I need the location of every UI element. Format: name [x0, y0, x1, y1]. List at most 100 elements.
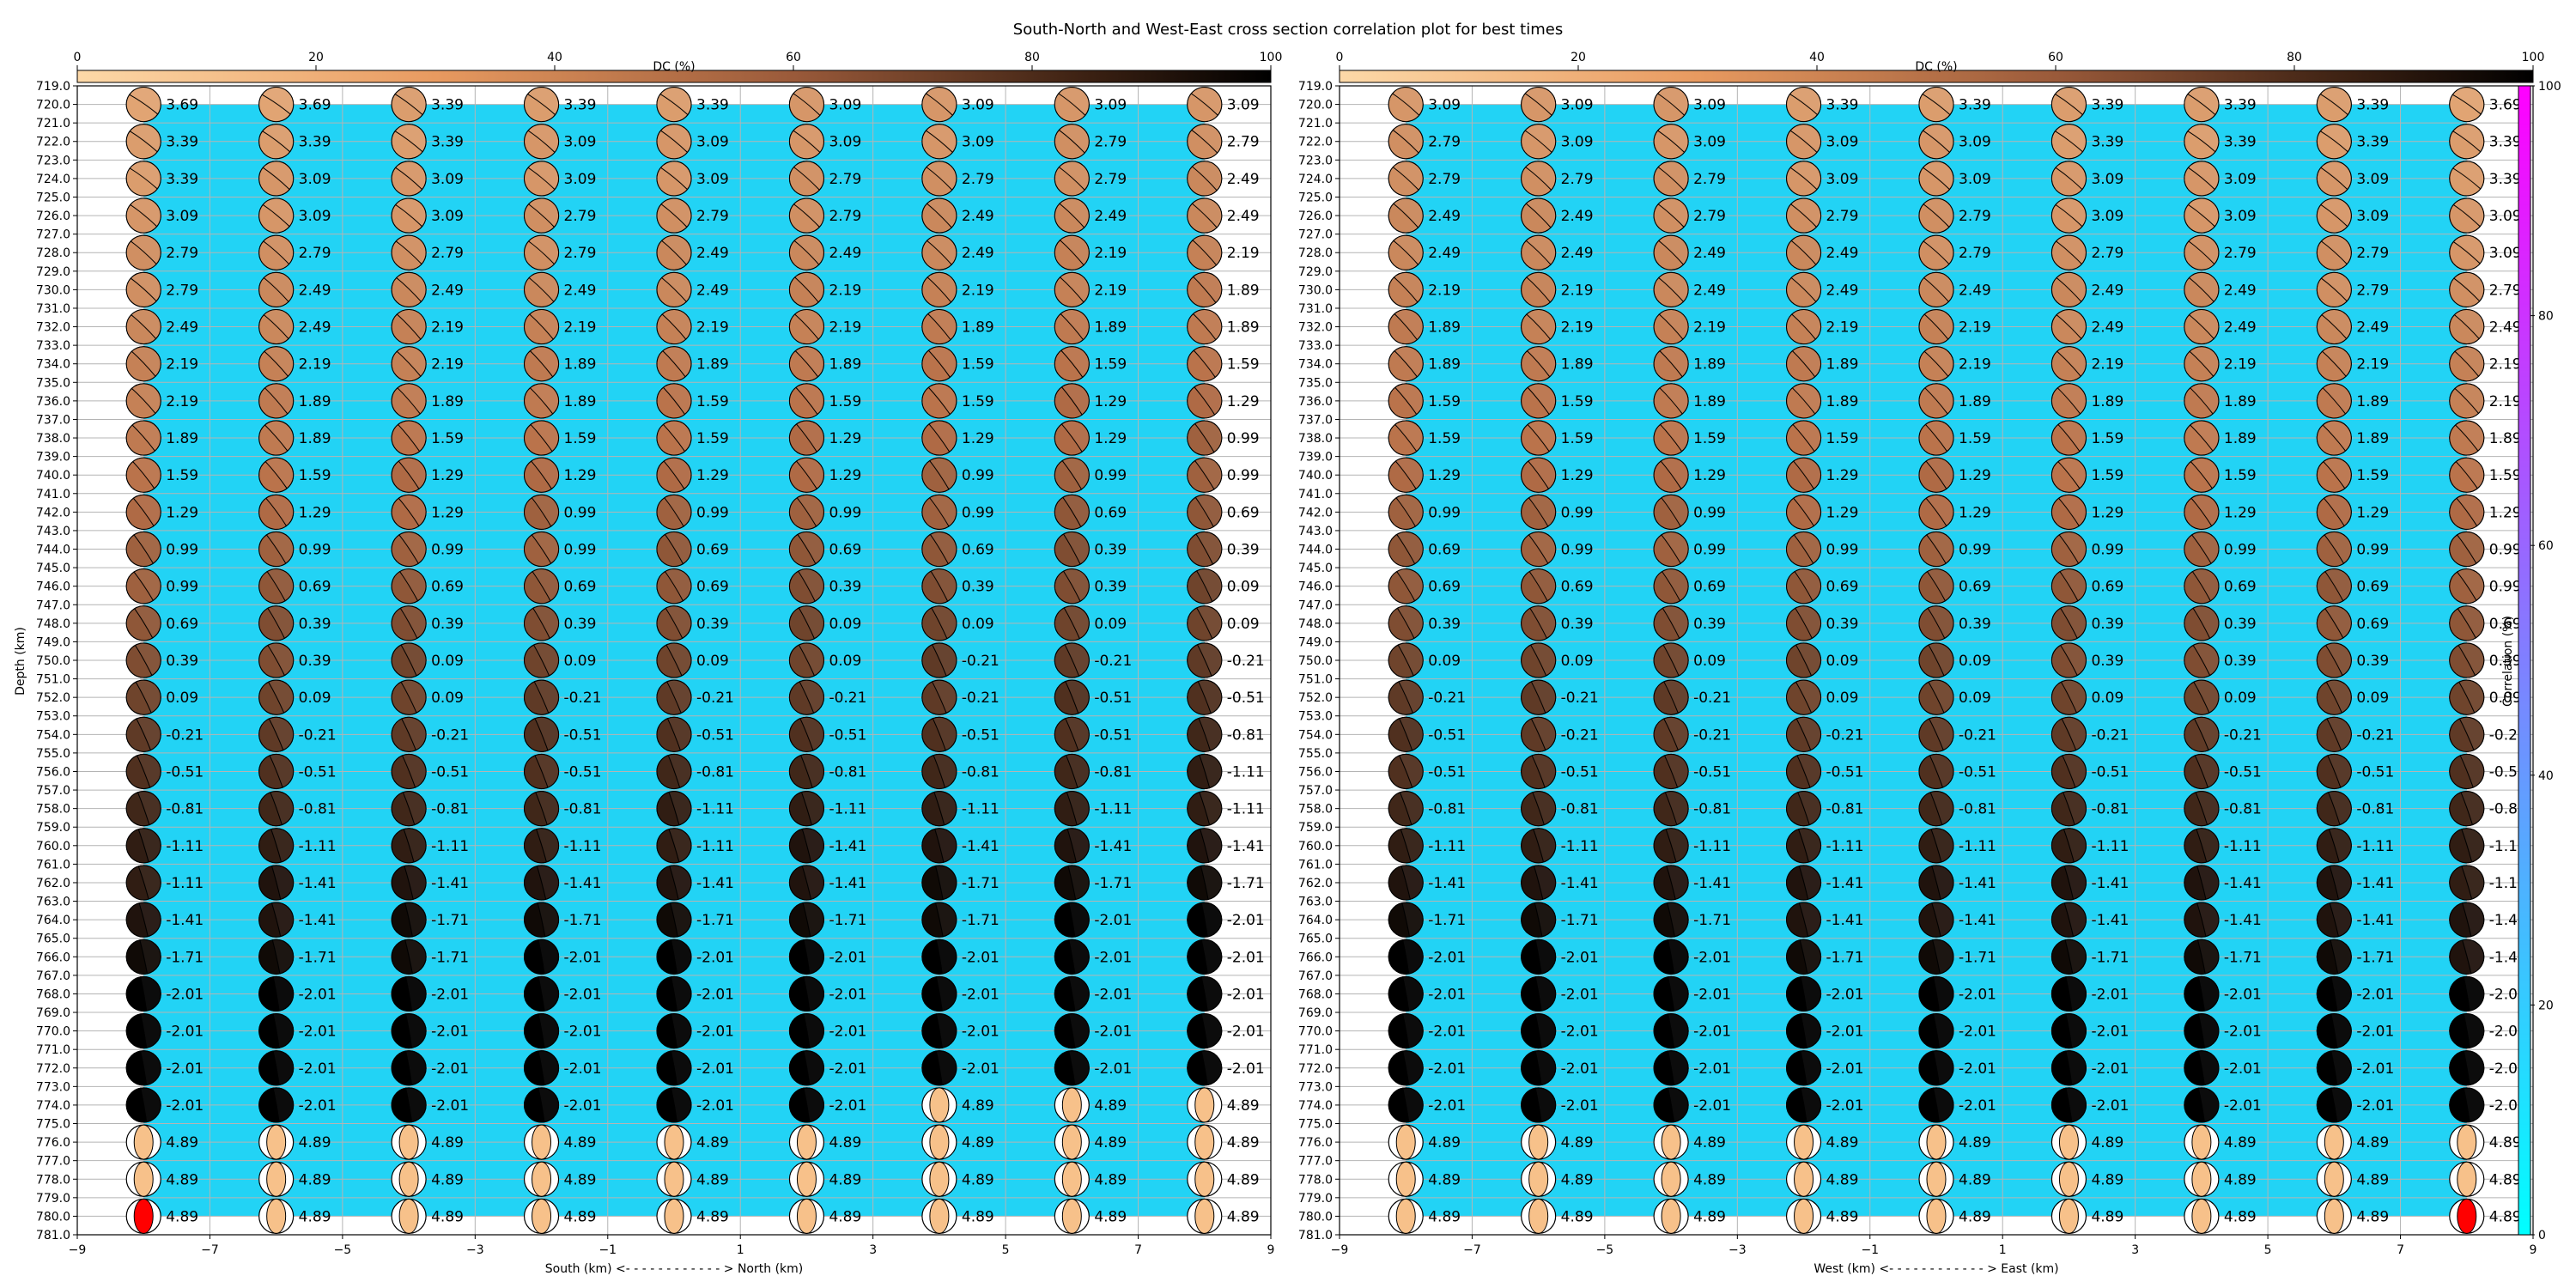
beachball-marker: [921, 531, 957, 568]
y-tick-label: 764.0: [1298, 914, 1333, 927]
beachball-marker: [2449, 86, 2485, 123]
beachball-lobe: [133, 1198, 154, 1234]
beachball-marker: [1187, 383, 1223, 419]
beachball-value-label: 4.89: [1693, 1134, 1726, 1151]
beachball-lobe: [2191, 1161, 2212, 1197]
beachball-value-label: 0.69: [962, 542, 994, 559]
beachball-value-label: 2.49: [696, 245, 729, 262]
beachball-value-label: 4.89: [2224, 1134, 2257, 1151]
beachball-value-label: 4.89: [1227, 1097, 1260, 1115]
beachball-value-label: 0.99: [1428, 504, 1461, 521]
beachball-value-label: 0.39: [1428, 616, 1461, 633]
y-tick-label: 776.0: [1298, 1136, 1333, 1150]
beachball-marker: [1054, 494, 1090, 530]
beachball-marker: [391, 605, 427, 641]
beachball-marker: [1187, 346, 1223, 382]
beachball-value-label: 3.09: [1693, 97, 1726, 114]
y-tick-label: 753.0: [1298, 710, 1333, 724]
beachball-value-label: 0.39: [166, 653, 198, 670]
beachball-marker: [2316, 939, 2352, 975]
beachball-value-label: -0.51: [2356, 763, 2394, 781]
beachball-value-label: 4.89: [1826, 1208, 1859, 1225]
beachball-value-label: 1.29: [1561, 467, 1594, 484]
beachball-value-label: -1.41: [1227, 838, 1265, 855]
beachball-marker: [921, 1050, 957, 1086]
beachball-value-label: 4.89: [1428, 1208, 1461, 1225]
correlation-colorbar-tick-label: 80: [2538, 310, 2554, 324]
beachball-value-label: 0.69: [1561, 579, 1594, 596]
beachball-value-label: -0.51: [1227, 690, 1265, 707]
beachball-value-label: 0.99: [1959, 542, 1991, 559]
beachball-marker: [2449, 642, 2485, 678]
beachball-value-label: -0.51: [1094, 726, 1132, 744]
beachball-value-label: 4.89: [166, 1171, 198, 1188]
x-tick-label: 9: [1267, 1243, 1275, 1257]
beachball-value-label: 2.49: [1227, 208, 1260, 225]
beachball-marker: [2050, 753, 2087, 790]
beachball-value-label: 4.89: [299, 1134, 331, 1151]
beachball-value-label: -1.41: [2091, 912, 2129, 929]
beachball-value-label: 0.99: [166, 542, 198, 559]
beachball-marker: [523, 902, 560, 938]
beachball-marker: [2449, 1161, 2485, 1197]
beachball-marker: [1653, 902, 1689, 938]
y-tick-label: 739.0: [1298, 451, 1333, 465]
beachball-marker: [1054, 642, 1090, 678]
y-tick-label: 767.0: [1298, 969, 1333, 983]
beachball-marker: [656, 753, 692, 790]
y-tick-label: 775.0: [1298, 1118, 1333, 1132]
beachball-value-label: 0.69: [1227, 504, 1260, 521]
beachball-marker: [125, 494, 161, 530]
beachball-marker: [258, 1161, 295, 1197]
beachball-value-label: 2.79: [564, 208, 597, 225]
x-tick-label: −9: [1331, 1243, 1349, 1257]
x-tick-label: 5: [2264, 1243, 2272, 1257]
beachball-marker: [1653, 161, 1689, 197]
correlation-colorbar-tick-label: 60: [2538, 539, 2554, 553]
beachball-value-label: 0.69: [2224, 579, 2257, 596]
beachball-value-label: -0.21: [1227, 653, 1265, 670]
y-tick-label: 763.0: [36, 896, 70, 909]
beachball-value-label: 0.09: [1826, 690, 1859, 707]
y-tick-label: 719.0: [1298, 80, 1333, 94]
x-axis: −9 −7 −5 −3 −1 1 3 5 7 9 South (km) <- - - - - - -…: [69, 1235, 1275, 1276]
beachball-marker: [523, 605, 560, 641]
beachball-value-label: 1.89: [1227, 319, 1260, 337]
beachball-value-label: 0.99: [962, 467, 994, 484]
y-tick-label: 756.0: [1298, 765, 1333, 779]
beachball-marker: [1918, 1013, 1954, 1049]
beachball-value-label: 3.39: [1959, 97, 1991, 114]
y-tick-label: 780.0: [36, 1210, 70, 1224]
beachball-marker: [1785, 939, 1822, 975]
beachball-marker: [788, 494, 825, 530]
beachball-value-label: 4.89: [696, 1134, 729, 1151]
y-tick-label: 770.0: [36, 1025, 70, 1039]
beachball-value-label: 0.69: [1959, 579, 1991, 596]
beachball-marker: [391, 1161, 427, 1197]
beachball-value-label: 4.89: [299, 1171, 331, 1188]
beachball-value-label: 1.29: [829, 467, 861, 484]
y-tick-label: 725.0: [36, 191, 70, 204]
beachball-value-label: 3.09: [564, 134, 597, 151]
beachball-value-label: 1.59: [696, 393, 729, 410]
beachball-marker: [523, 308, 560, 345]
beachball-value-label: -2.01: [1826, 986, 1864, 1003]
beachball-value-label: 2.49: [2224, 319, 2257, 337]
beachball-lobe: [1661, 1124, 1681, 1160]
beachball-value-label: 2.19: [2356, 356, 2389, 374]
beachball-value-label: 3.09: [2356, 171, 2389, 188]
beachball-value-label: 1.59: [1428, 393, 1461, 410]
beachball-marker: [1054, 1198, 1090, 1235]
beachball-value-label: 3.39: [431, 134, 464, 151]
beachball-marker: [1785, 1124, 1822, 1160]
beachball-value-label: -1.41: [166, 912, 204, 929]
beachball-marker: [1187, 642, 1223, 678]
beachball-value-label: 4.89: [962, 1171, 994, 1188]
beachball-marker: [921, 791, 957, 827]
beachball-value-label: 0.69: [1826, 579, 1859, 596]
x-tick-label: −3: [1728, 1243, 1747, 1257]
correlation-colorbar-tick-label: 20: [2538, 999, 2554, 1012]
beachball-marker: [1187, 1087, 1223, 1123]
beachball-value-label: 1.29: [1094, 393, 1127, 410]
beachball-value-label: 1.29: [829, 430, 861, 447]
